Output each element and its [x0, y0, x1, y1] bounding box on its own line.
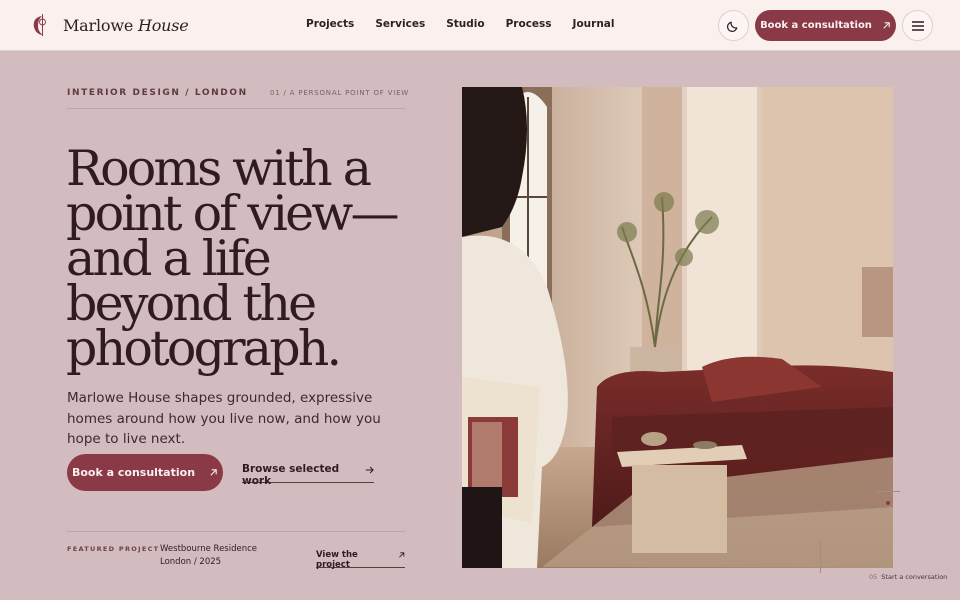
hero-photo — [462, 87, 893, 568]
arrow-up-right-icon — [398, 552, 404, 558]
footer-note-index: 05 — [869, 573, 878, 581]
nav-item-journal[interactable]: Journal — [573, 18, 615, 30]
hero-index-label: 01 / A PERSONAL POINT OF VIEW — [270, 89, 410, 97]
nav-item-projects[interactable]: Projects — [306, 18, 354, 30]
logo-mark-icon — [33, 14, 46, 36]
view-project-label: View the project — [316, 550, 358, 570]
arrow-up-right-icon — [883, 22, 890, 29]
brand-logo[interactable]: Marlowe House — [31, 13, 189, 37]
main-nav: Projects Services Studio Process Journal — [306, 18, 614, 30]
hero-headline: Rooms with a point of view— and a life b… — [66, 144, 446, 373]
headline-line: photograph. — [66, 320, 342, 377]
hero-subtext: Marlowe House shapes grounded, expressiv… — [67, 390, 381, 447]
scroll-indicator-dot — [886, 501, 890, 505]
decorative-line — [876, 491, 900, 492]
brand-name: Marlowe House — [63, 15, 189, 35]
start-conversation-link[interactable]: 05 Start a conversation — [869, 573, 947, 581]
moon-icon — [727, 21, 738, 32]
decorative-line — [820, 540, 821, 573]
nav-item-studio[interactable]: Studio — [446, 18, 484, 30]
header-book-label: Book a consultation — [760, 20, 872, 31]
arrow-up-right-icon — [210, 469, 217, 476]
hero-book-label: Book a consultation — [71, 466, 196, 479]
footer-note-text: Start a conversation — [881, 573, 948, 581]
hero-book-consultation-button[interactable]: Book a consultation — [67, 454, 223, 491]
nav-item-process[interactable]: Process — [506, 18, 552, 30]
header-book-consultation-button[interactable]: Book a consultation — [755, 10, 896, 41]
browse-work-label: Browse selected work — [242, 463, 340, 487]
menu-button[interactable] — [902, 10, 933, 41]
featured-project-meta: London / 2025 — [160, 557, 222, 567]
hero-eyebrow: INTERIOR DESIGN / LONDON — [67, 88, 248, 98]
nav-item-services[interactable]: Services — [375, 18, 425, 30]
featured-project-info: Westbourne Residence London / 2025 — [160, 543, 257, 569]
featured-project-name: Westbourne Residence — [160, 544, 258, 554]
hamburger-icon — [911, 20, 924, 31]
view-project-link[interactable]: View the project — [316, 550, 405, 570]
divider — [67, 531, 405, 532]
divider — [67, 108, 405, 109]
arrow-right-icon — [365, 466, 374, 474]
site-header: Marlowe House Projects Services Studio P… — [0, 0, 960, 51]
browse-work-link[interactable]: Browse selected work — [242, 463, 374, 487]
featured-project-label: FEATURED PROJECT — [67, 545, 160, 553]
theme-toggle-button[interactable] — [718, 10, 749, 41]
